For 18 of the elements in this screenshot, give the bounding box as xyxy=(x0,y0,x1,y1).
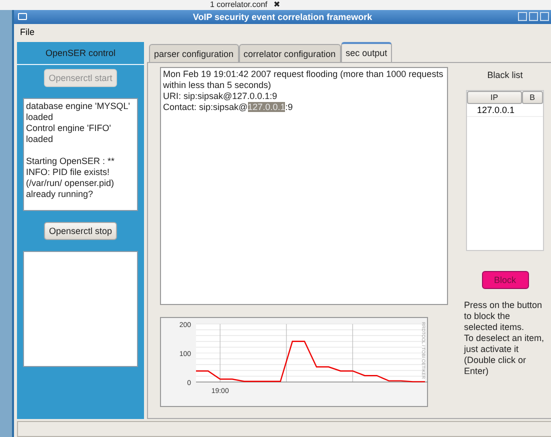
stop-button[interactable]: Openserctl stop xyxy=(44,222,118,240)
tab[interactable]: parser configuration xyxy=(149,44,239,62)
panel-header: OpenSER control xyxy=(17,42,144,65)
table-row[interactable]: 127.0.0.1 xyxy=(467,104,543,117)
blacklist-title: Black list xyxy=(487,70,523,80)
table-cell-text: 127.0.0.1 xyxy=(476,105,515,115)
tab[interactable]: sec output xyxy=(340,42,392,62)
menu-item[interactable]: File xyxy=(20,27,35,37)
column-header[interactable]: IP xyxy=(467,91,522,104)
help-text: Press on the button to block the selected items. To deselect an item, just activate it (Double click or Enter) xyxy=(464,300,546,377)
sec-output-text: Mon Feb 19 19:01:42 2007 request flooding (more than 1000 requests within less than 5 seconds) URI: sip:sipsak@127.0.0.1:9 Contact: sip:sipsak@127.0.0.1:9 xyxy=(160,67,448,305)
tab[interactable]: correlator configuration xyxy=(238,44,341,62)
window-title: VoIP security event correlation framework xyxy=(192,12,372,22)
column-header[interactable]: B xyxy=(522,91,543,104)
log-output: database engine 'MYSQL' loaded Control engine 'FIFO' loaded Starting OpenSER : ** INFO: PID file exists! (/var/run/ openser.pid) already running? xyxy=(23,98,138,211)
window-icon xyxy=(18,13,27,20)
tab-label[interactable]: 1 correlator.conf xyxy=(210,0,268,10)
close-icon[interactable]: ✖ xyxy=(273,0,280,10)
